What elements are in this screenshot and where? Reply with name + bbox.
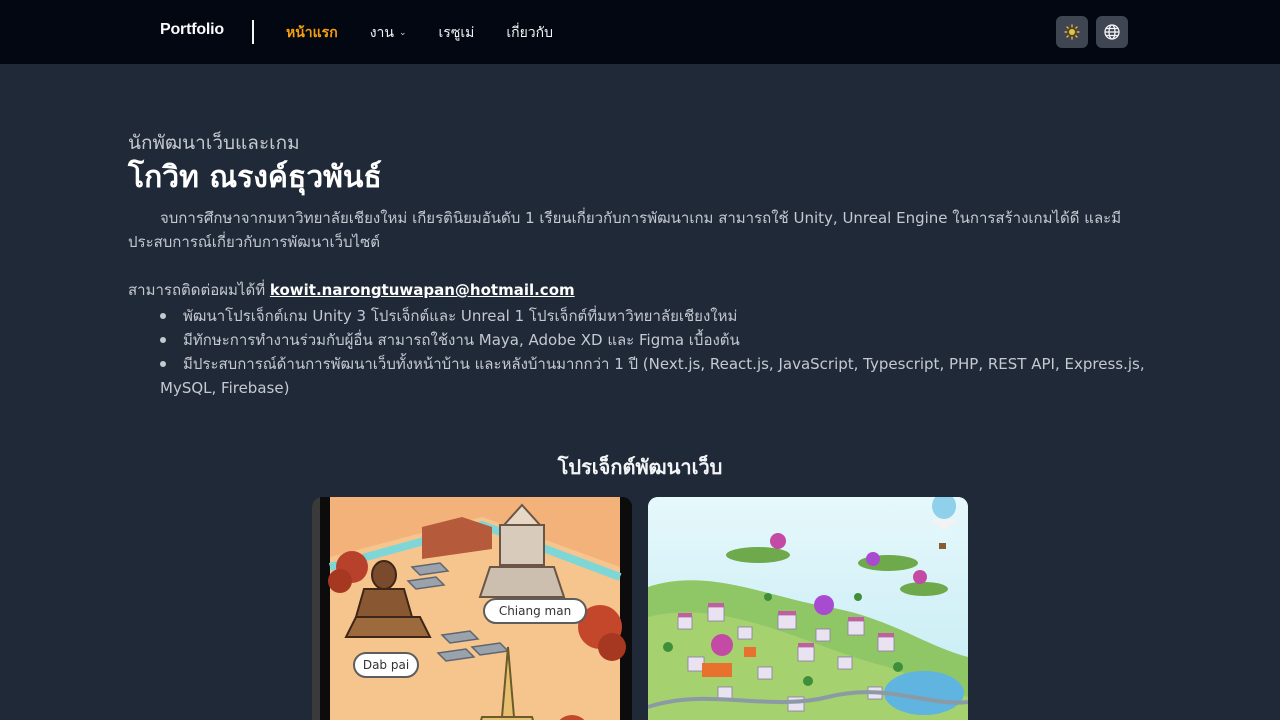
nav-link-works[interactable]: งาน ⌄	[370, 22, 407, 44]
contact-line: สามารถติดต่อผมได้ที่ kowit.narongtuwapan…	[128, 278, 1152, 302]
nav-divider	[252, 20, 254, 44]
project-card-web[interactable]	[648, 497, 968, 720]
nav-link-resume[interactable]: เรซูเม่	[439, 22, 475, 44]
contact-prefix: สามารถติดต่อผมได้ที่	[128, 281, 266, 299]
sun-icon	[1064, 24, 1080, 40]
hero-section: นักพัฒนาเว็บและเกม โกวิท ณรงค์ธุวพันธ์ จ…	[128, 128, 1152, 400]
project-thumbnail-game: Chiang man Dab pai	[312, 497, 632, 720]
projects-section-title: โปรเจ็กต์พัฒนาเว็บ	[557, 455, 723, 479]
hero-subtitle: นักพัฒนาเว็บและเกม	[128, 132, 300, 154]
skills-list: พัฒนาโปรเจ็กต์เกม Unity 3 โปรเจ็กต์และ U…	[128, 304, 1152, 400]
nav-links: หน้าแรก งาน ⌄ เรซูเม่ เกี่ยวกับ	[286, 22, 585, 44]
nav-link-home-label: หน้าแรก	[286, 25, 338, 41]
list-item: มีประสบการณ์ด้านการพัฒนาเว็บทั้งหน้าบ้าน…	[128, 352, 1152, 400]
nav-link-about[interactable]: เกี่ยวกับ	[506, 22, 553, 44]
nav-link-resume-label: เรซูเม่	[438, 25, 475, 41]
language-button[interactable]	[1096, 16, 1128, 48]
hero-bio: จบการศึกษาจากมหาวิทยาลัยเชียงใหม่ เกียรต…	[128, 209, 1122, 251]
hero-name: โกวิท ณรงค์ธุวพันธ์	[128, 160, 382, 195]
theme-toggle-button[interactable]	[1056, 16, 1088, 48]
top-navbar: Portfolio หน้าแรก งาน ⌄ เรซูเม่ เกี่ยวกั…	[0, 0, 1280, 64]
project-thumbnail-web	[648, 497, 968, 720]
list-item-text: พัฒนาโปรเจ็กต์เกม Unity 3 โปรเจ็กต์และ U…	[183, 307, 738, 325]
email-link[interactable]: kowit.narongtuwapan@hotmail.com	[270, 281, 575, 299]
globe-icon	[1104, 24, 1120, 40]
nav-link-home[interactable]: หน้าแรก	[286, 22, 338, 44]
list-item-text: มีประสบการณ์ด้านการพัฒนาเว็บทั้งหน้าบ้าน…	[160, 355, 1145, 397]
list-item: มีทักษะการทำงานร่วมกับผู้อื่น สามารถใช้ง…	[128, 328, 1152, 352]
chevron-down-icon: ⌄	[398, 28, 407, 38]
project-card-game[interactable]: Chiang man Dab pai	[312, 497, 632, 720]
brand-logo[interactable]: Portfolio	[160, 21, 224, 39]
list-item: พัฒนาโปรเจ็กต์เกม Unity 3 โปรเจ็กต์และ U…	[128, 304, 1152, 328]
list-item-text: มีทักษะการทำงานร่วมกับผู้อื่น สามารถใช้ง…	[183, 331, 740, 349]
nav-link-works-label: งาน	[369, 25, 394, 41]
nav-link-about-label: เกี่ยวกับ	[506, 25, 554, 41]
map-label-chiang-man: Chiang man	[499, 604, 571, 618]
map-label-dab-pai: Dab pai	[363, 658, 409, 672]
